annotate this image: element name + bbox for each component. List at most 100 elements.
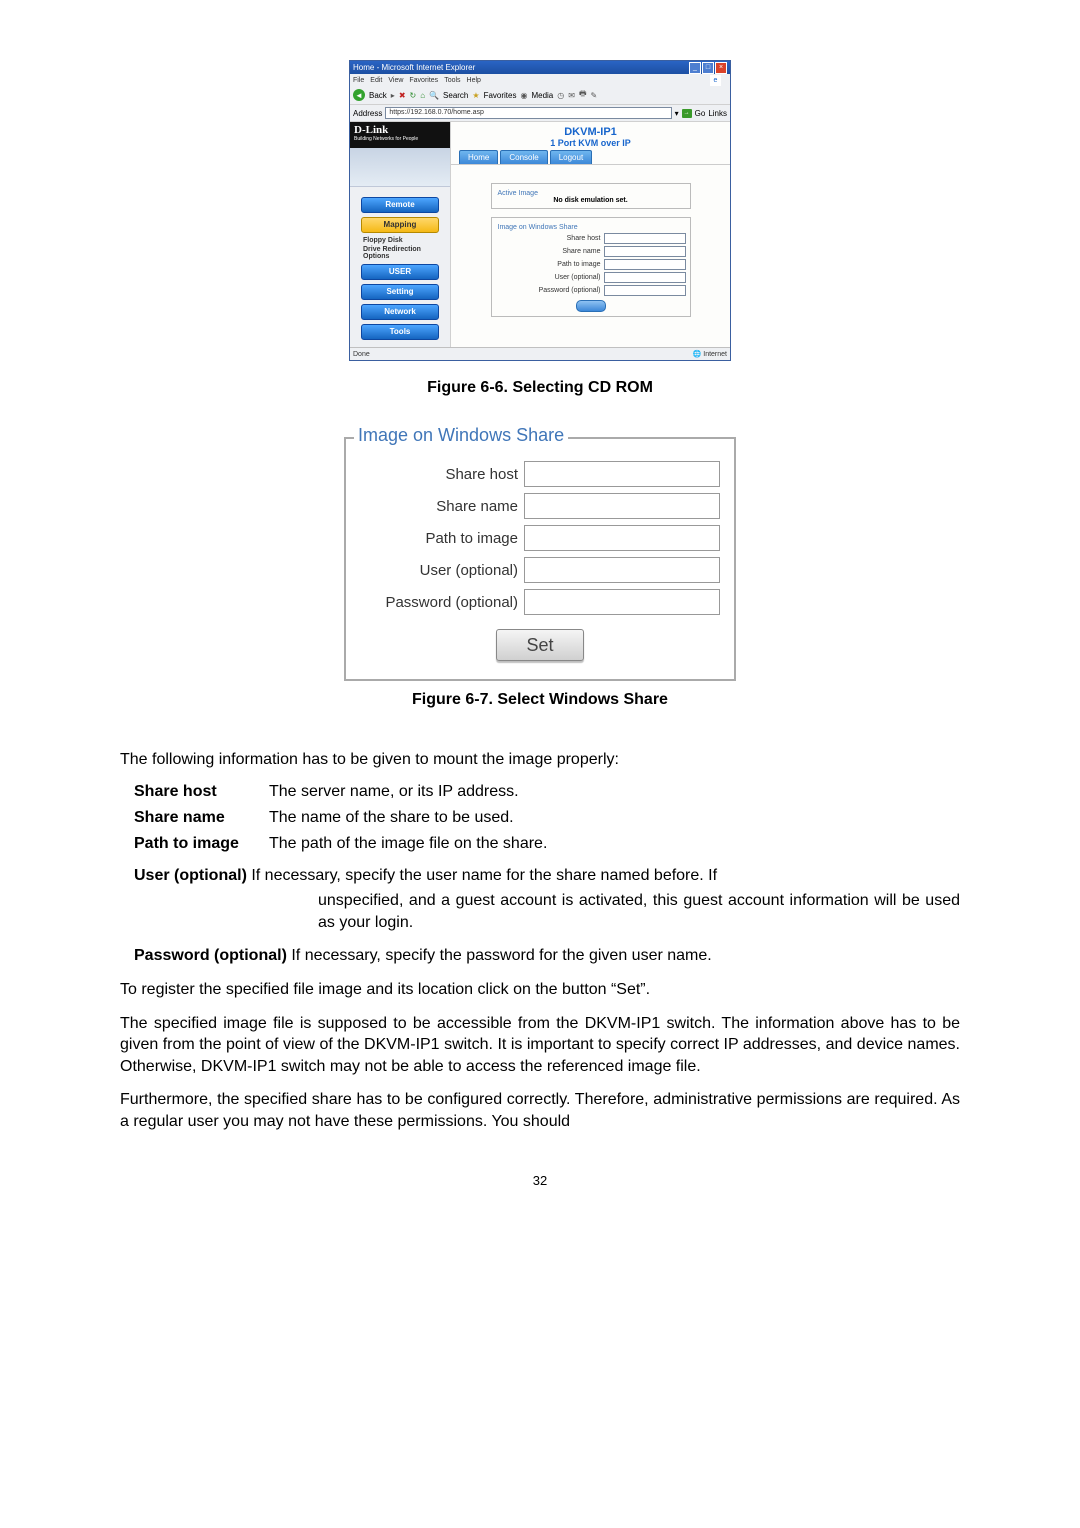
favorites-icon[interactable]: ★ bbox=[472, 91, 479, 100]
active-image-fieldset: Active Image No disk emulation set. bbox=[491, 183, 691, 209]
figure-6-6-caption: Figure 6-6. Selecting CD ROM bbox=[120, 379, 960, 397]
input2-share-host[interactable] bbox=[524, 461, 720, 487]
lbl-user: User (optional) bbox=[555, 274, 601, 281]
edit-icon[interactable]: ✎ bbox=[591, 91, 598, 100]
back-button[interactable]: ◄ bbox=[353, 89, 365, 101]
windows-share-legend: Image on Windows Share bbox=[496, 224, 580, 231]
def-password-term: Password (optional) bbox=[134, 947, 287, 964]
tab-logout[interactable]: Logout bbox=[550, 150, 592, 164]
no-emulation-text: No disk emulation set. bbox=[496, 197, 686, 204]
def-password-desc: If necessary, specify the password for t… bbox=[291, 947, 711, 964]
input-share-host[interactable] bbox=[604, 233, 686, 244]
search-label: Search bbox=[443, 91, 468, 100]
ie-logo-icon: e bbox=[710, 75, 721, 86]
globe-icon: 🌐 bbox=[693, 350, 702, 358]
input2-path[interactable] bbox=[524, 525, 720, 551]
menu-edit[interactable]: Edit bbox=[370, 77, 382, 84]
def-path-term: Path to image bbox=[134, 835, 269, 853]
def-password-row: Password (optional) If necessary, specif… bbox=[134, 945, 960, 967]
brand-subtitle: Building Networks for People bbox=[354, 136, 446, 142]
menu-file[interactable]: File bbox=[353, 77, 364, 84]
windows-share-fieldset-large: Image on Windows Share Share host Share … bbox=[344, 437, 736, 681]
media-icon[interactable]: ◉ bbox=[520, 91, 527, 100]
active-image-legend: Active Image bbox=[496, 190, 540, 197]
input2-password[interactable] bbox=[524, 589, 720, 615]
stop-icon[interactable]: ✖ bbox=[399, 91, 406, 100]
figure-6-6: Home - Microsoft Internet Explorer _ □ ×… bbox=[120, 60, 960, 361]
def-share-name-term: Share name bbox=[134, 809, 269, 827]
brand-text: D-Link bbox=[354, 124, 388, 136]
search-icon[interactable]: 🔍 bbox=[429, 91, 439, 100]
def-user-desc-cont: unspecified, and a guest account is acti… bbox=[318, 890, 960, 933]
def-user-desc: If necessary, specify the user name for … bbox=[251, 867, 717, 884]
def-user-row: User (optional) If necessary, specify th… bbox=[134, 865, 960, 887]
access-text: The specified image file is supposed to … bbox=[120, 1013, 960, 1078]
lbl2-path: Path to image bbox=[360, 530, 524, 547]
lbl2-share-name: Share name bbox=[360, 498, 524, 515]
nav-floppy[interactable]: Floppy Disk bbox=[363, 237, 445, 244]
lbl2-password: Password (optional) bbox=[360, 594, 524, 611]
mail-icon[interactable]: ✉ bbox=[568, 91, 575, 100]
nav-network[interactable]: Network bbox=[361, 304, 439, 320]
input-user[interactable] bbox=[604, 272, 686, 283]
menu-help[interactable]: Help bbox=[467, 77, 481, 84]
ie-titlebar: Home - Microsoft Internet Explorer _ □ × bbox=[350, 61, 730, 74]
nav-drive-options[interactable]: Drive Redirection Options bbox=[363, 246, 445, 260]
nav-remote[interactable]: Remote bbox=[361, 197, 439, 213]
main-content: Active Image No disk emulation set. Imag… bbox=[451, 165, 730, 343]
nav-user[interactable]: USER bbox=[361, 264, 439, 280]
links-label[interactable]: Links bbox=[708, 109, 727, 118]
nav-mapping[interactable]: Mapping bbox=[361, 217, 439, 233]
close-icon[interactable]: × bbox=[715, 62, 727, 74]
sidebar: D-Link Building Networks for People Remo… bbox=[350, 122, 451, 347]
minimize-icon[interactable]: _ bbox=[689, 62, 701, 74]
def-user-term: User (optional) bbox=[134, 867, 247, 884]
page-header: DKVM-IP1 1 Port KVM over IP bbox=[451, 122, 730, 150]
windows-share-legend-large: Image on Windows Share bbox=[354, 425, 568, 446]
tab-console[interactable]: Console bbox=[500, 150, 547, 164]
tabs: Home Console Logout bbox=[451, 150, 730, 165]
input-password[interactable] bbox=[604, 285, 686, 296]
window-title: Home - Microsoft Internet Explorer bbox=[353, 63, 475, 72]
forward-icon[interactable]: ▸ bbox=[391, 91, 395, 100]
input-share-name[interactable] bbox=[604, 246, 686, 257]
register-text: To register the specified file image and… bbox=[120, 979, 960, 1001]
lbl-path: Path to image bbox=[557, 261, 600, 268]
definition-list: Share host The server name, or its IP ad… bbox=[134, 783, 960, 853]
ie-addressbar: Address https://192.168.0.70/home.asp ▾ … bbox=[350, 104, 730, 122]
set-button-large[interactable]: Set bbox=[496, 629, 584, 661]
figure-6-7-caption: Figure 6-7. Select Windows Share bbox=[120, 691, 960, 709]
def-share-name-desc: The name of the share to be used. bbox=[269, 809, 960, 827]
nav-setting[interactable]: Setting bbox=[361, 284, 439, 300]
home-icon[interactable]: ⌂ bbox=[420, 91, 425, 100]
menu-view[interactable]: View bbox=[388, 77, 403, 84]
ie-menubar: File Edit View Favorites Tools Help e bbox=[350, 74, 730, 86]
nav-tools[interactable]: Tools bbox=[361, 324, 439, 340]
tab-home[interactable]: Home bbox=[459, 150, 498, 164]
set-button-small[interactable] bbox=[576, 300, 606, 312]
menu-favorites[interactable]: Favorites bbox=[409, 77, 438, 84]
go-button[interactable]: → bbox=[682, 109, 692, 118]
furthermore-text: Furthermore, the specified share has to … bbox=[120, 1089, 960, 1132]
figure-6-7: Image on Windows Share Share host Share … bbox=[120, 437, 960, 681]
lbl-password: Password (optional) bbox=[539, 287, 601, 294]
menu-tools[interactable]: Tools bbox=[444, 77, 460, 84]
refresh-icon[interactable]: ↻ bbox=[410, 91, 417, 100]
lbl-share-host: Share host bbox=[567, 235, 601, 242]
product-photo bbox=[350, 148, 450, 187]
print-icon[interactable]: 🖶 bbox=[579, 88, 587, 102]
maximize-icon[interactable]: □ bbox=[702, 62, 714, 74]
def-path-desc: The path of the image file on the share. bbox=[269, 835, 960, 853]
history-icon[interactable]: ◷ bbox=[557, 91, 564, 100]
model-name: DKVM-IP1 bbox=[451, 126, 730, 138]
input2-user[interactable] bbox=[524, 557, 720, 583]
input-path[interactable] bbox=[604, 259, 686, 270]
address-dropdown-icon[interactable]: ▾ bbox=[675, 109, 679, 118]
status-internet: Internet bbox=[703, 351, 727, 358]
input2-share-name[interactable] bbox=[524, 493, 720, 519]
status-done: Done bbox=[353, 351, 370, 358]
address-input[interactable]: https://192.168.0.70/home.asp bbox=[385, 107, 671, 119]
intro-text: The following information has to be give… bbox=[120, 749, 960, 771]
favorites-label: Favorites bbox=[484, 91, 517, 100]
lbl-share-name: Share name bbox=[562, 248, 600, 255]
